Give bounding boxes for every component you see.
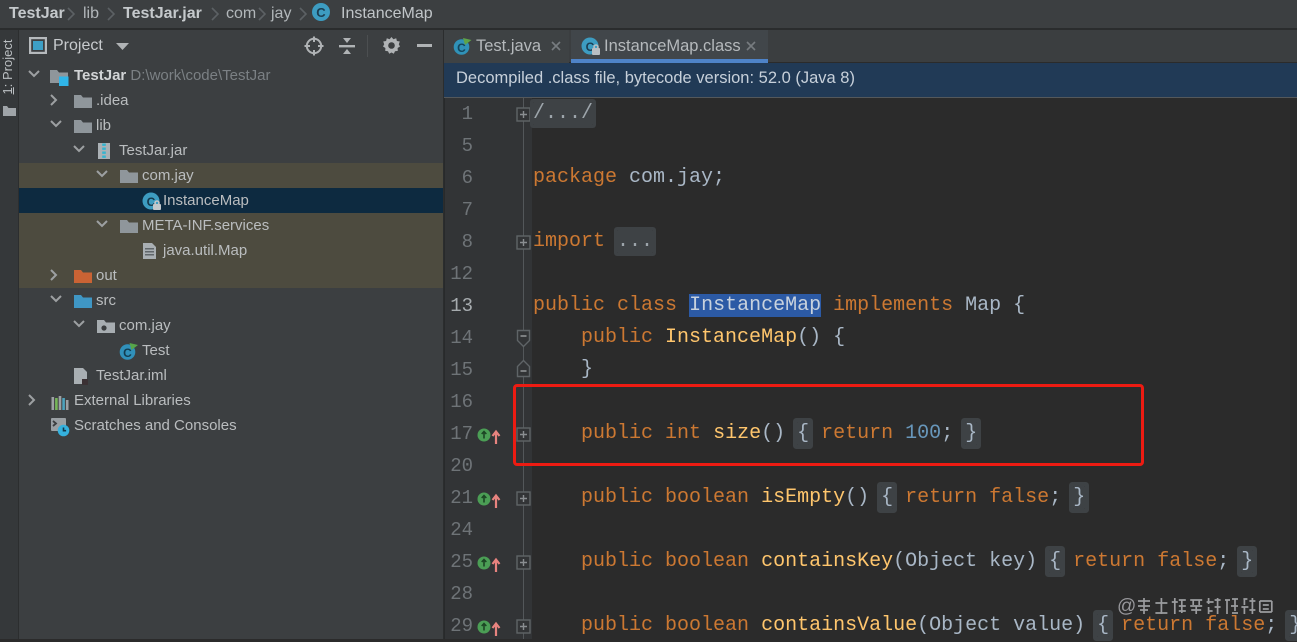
svg-text:C: C <box>123 346 132 360</box>
svg-text:C: C <box>316 5 326 20</box>
